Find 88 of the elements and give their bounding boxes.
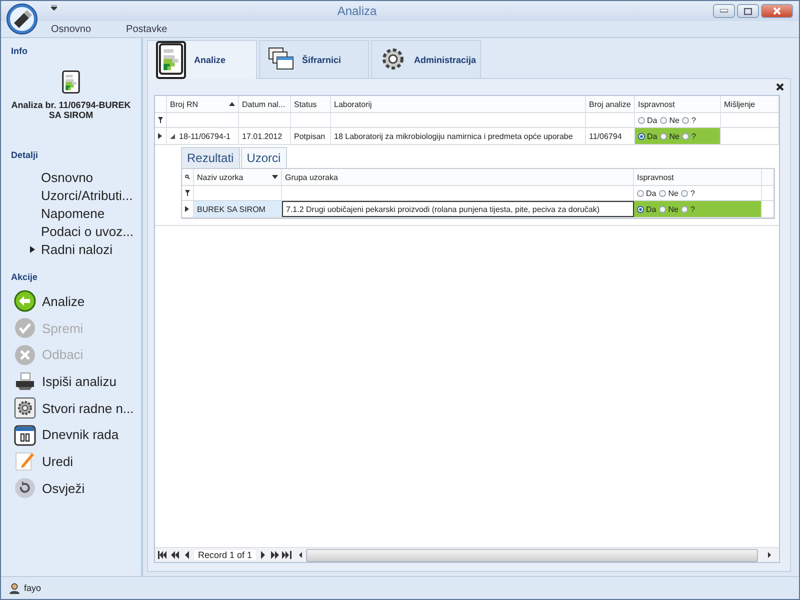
search-icon[interactable] bbox=[185, 174, 190, 180]
pencil-note-icon bbox=[14, 450, 36, 472]
nav-link[interactable]: Uzorci/Atributi... bbox=[41, 188, 133, 202]
collapse-icon[interactable] bbox=[170, 134, 175, 138]
horizontal-scrollbar[interactable] bbox=[306, 548, 758, 562]
column-header[interactable]: Datum nal... bbox=[242, 100, 286, 108]
printer-icon bbox=[14, 370, 36, 392]
maximize-button[interactable] bbox=[737, 4, 759, 18]
column-header[interactable]: Ispravnost bbox=[638, 100, 675, 108]
checkmark-icon bbox=[14, 317, 36, 340]
radio-button[interactable]: Da bbox=[638, 116, 658, 124]
dropdown-icon[interactable] bbox=[51, 5, 57, 11]
radio-button[interactable]: Ne bbox=[660, 116, 680, 124]
column-header[interactable]: Grupa uzoraka bbox=[285, 172, 338, 182]
table-cell: 18-11/06794-1 bbox=[179, 132, 230, 140]
radio-button[interactable]: Da bbox=[637, 188, 656, 198]
column-header[interactable]: Broj analize bbox=[589, 100, 631, 108]
column-header[interactable]: Naziv uzorka bbox=[197, 172, 244, 182]
nav-link[interactable]: Radni nalozi bbox=[41, 242, 113, 256]
refresh-icon bbox=[14, 477, 36, 500]
radio-button[interactable]: Da bbox=[637, 204, 656, 214]
row-indicator-icon bbox=[158, 133, 162, 139]
tab[interactable]: Uzorci bbox=[240, 147, 287, 168]
radio-button[interactable]: ? bbox=[681, 204, 695, 214]
column-header[interactable]: Status bbox=[294, 100, 317, 108]
first-record-icon[interactable] bbox=[158, 551, 168, 559]
radio-button[interactable]: Ne bbox=[659, 204, 678, 214]
previous-page-icon[interactable] bbox=[170, 551, 180, 559]
column-header[interactable]: Ispravnost bbox=[637, 172, 674, 182]
radio-button[interactable]: ? bbox=[682, 132, 696, 140]
action-item[interactable]: Dnevnik rada bbox=[1, 421, 141, 448]
cancel-icon bbox=[14, 344, 36, 366]
tab[interactable]: Analize bbox=[147, 40, 257, 79]
windows-icon bbox=[268, 46, 294, 70]
column-header[interactable]: Mišljenje bbox=[724, 100, 756, 108]
menu-item[interactable]: Osnovno bbox=[51, 24, 92, 34]
gear-icon bbox=[380, 46, 406, 72]
tab[interactable]: Administracija bbox=[371, 40, 481, 78]
nav-link[interactable]: Napomene bbox=[41, 206, 105, 220]
radio-button[interactable]: Ne bbox=[660, 132, 680, 140]
column-header[interactable]: Broj RN bbox=[170, 100, 198, 108]
tab[interactable]: Šifrarnici bbox=[259, 40, 369, 78]
table-cell: Potpisan bbox=[294, 132, 326, 140]
next-page-icon[interactable] bbox=[270, 551, 280, 559]
minimize-icon bbox=[720, 9, 728, 13]
current-item-icon bbox=[30, 246, 35, 252]
calendar-icon bbox=[14, 424, 36, 446]
row-indicator-icon bbox=[185, 206, 189, 212]
close-icon[interactable] bbox=[776, 83, 784, 91]
radio-button[interactable]: ? bbox=[682, 116, 696, 124]
analysis-title: Analiza br. 11/06794-BUREK SA SIROM bbox=[10, 100, 132, 120]
record-counter: Record 1 of 1 bbox=[194, 550, 256, 560]
action-item[interactable]: Ispiši analizu bbox=[1, 368, 141, 395]
action-item[interactable]: Osvježi bbox=[1, 474, 141, 502]
section-heading: Info bbox=[10, 46, 28, 56]
close-button[interactable] bbox=[761, 4, 793, 18]
gear-icon bbox=[14, 397, 36, 420]
menu-item[interactable]: Postavke bbox=[126, 24, 168, 34]
radio-button[interactable]: Da bbox=[638, 132, 658, 140]
table-cell: 11/06794 bbox=[589, 132, 622, 140]
section-heading: Detalji bbox=[10, 150, 40, 160]
table-cell: 18 Laboratorij za mikrobiologiju namirnica i predmeta opće uporabe bbox=[334, 132, 573, 140]
radio-button[interactable]: Ne bbox=[659, 188, 678, 198]
last-record-icon[interactable] bbox=[282, 551, 292, 559]
action-item[interactable]: Uredi bbox=[1, 448, 141, 475]
action-item[interactable]: Stvori radne n... bbox=[1, 394, 141, 422]
nav-link[interactable]: Osnovno bbox=[41, 170, 94, 184]
maximize-icon bbox=[744, 8, 752, 14]
tab[interactable]: Rezultati bbox=[181, 147, 240, 168]
section-heading: Akcije bbox=[10, 272, 39, 282]
filter-icon[interactable] bbox=[185, 190, 190, 196]
sort-up-icon[interactable] bbox=[229, 101, 235, 107]
window-title: Analiza bbox=[337, 4, 377, 18]
radio-button[interactable]: ? bbox=[681, 188, 695, 198]
column-header[interactable]: Laboratorij bbox=[334, 100, 372, 108]
user-icon bbox=[9, 582, 20, 594]
table-cell: 7.1.2 Drugi uobičajeni pekarski proizvodi (rolana punjena tijesta, pite, peciva za doručak) bbox=[282, 201, 634, 217]
filter-icon[interactable] bbox=[158, 117, 163, 123]
sort-down-icon[interactable] bbox=[272, 174, 278, 180]
action-item[interactable]: Analize bbox=[1, 288, 141, 315]
chart-document-icon bbox=[158, 43, 184, 75]
table-cell: BUREK SA SIROM bbox=[194, 201, 282, 217]
minimize-button[interactable] bbox=[713, 4, 735, 18]
username: fayo bbox=[24, 583, 42, 593]
chart-document-icon bbox=[62, 70, 80, 94]
nav-link[interactable]: Podaci o uvoz... bbox=[41, 224, 134, 238]
close-icon bbox=[773, 7, 781, 15]
table-cell: 17.01.2012 bbox=[242, 132, 282, 140]
